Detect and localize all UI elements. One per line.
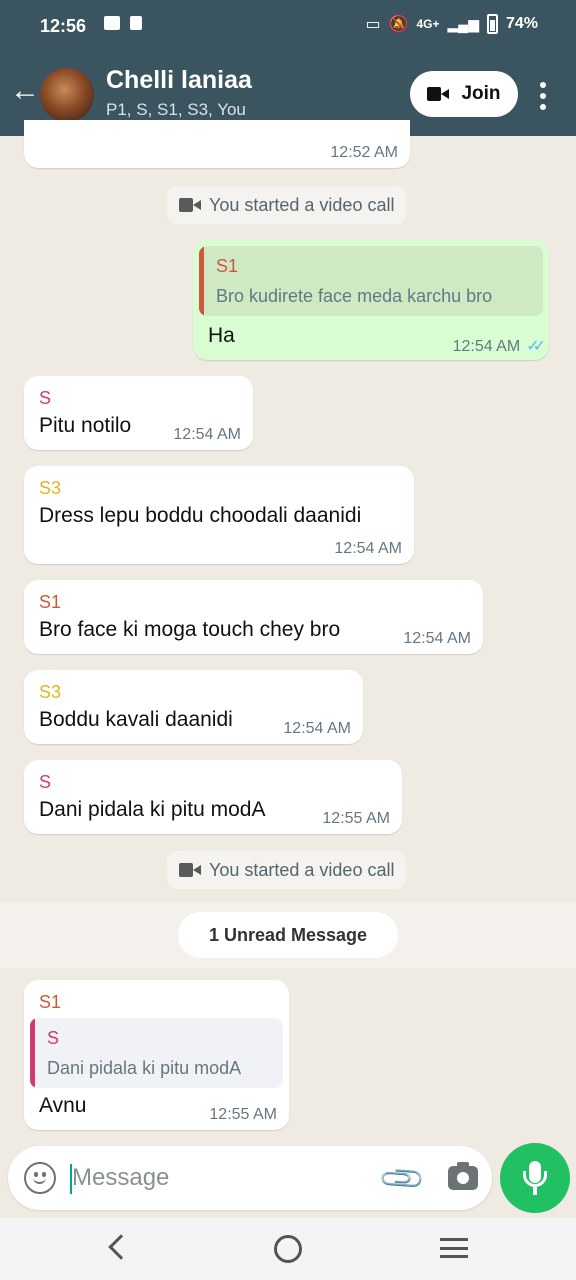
sender-name: S3: [39, 478, 62, 498]
attach-icon[interactable]: 📎: [377, 1154, 428, 1205]
video-camera-icon: [427, 87, 450, 101]
incoming-message[interactable]: S3 Dress lepu boddu choodali daanidi 12:…: [24, 466, 414, 564]
message-text: Avnu: [39, 1094, 87, 1117]
read-ticks-icon: ✓✓: [526, 338, 546, 355]
video-notification-icon: [130, 16, 142, 30]
message-time: 12:55 AM: [322, 810, 390, 827]
message-time: 12:54 AM: [403, 630, 471, 647]
nav-back-icon[interactable]: [108, 1234, 134, 1260]
message-text: Pitu notilo: [39, 414, 132, 437]
battery-icon: [486, 14, 498, 34]
message-time: 12:52 AM: [330, 144, 398, 161]
cast-icon: ▭: [365, 16, 381, 33]
sender-name: S: [39, 388, 52, 408]
quoted-sender: S1: [216, 256, 239, 276]
camera-icon[interactable]: [448, 1162, 478, 1190]
incoming-message[interactable]: S3 Boddu kavali daanidi 12:54 AM: [24, 670, 363, 744]
system-message-text: You started a video call: [209, 194, 395, 215]
join-label: Join: [461, 83, 501, 104]
message-time: 12:54 AM: [452, 338, 521, 355]
mute-icon: 🔕: [388, 16, 409, 33]
more-options-icon[interactable]: [538, 82, 548, 110]
nav-recents-icon[interactable]: [440, 1238, 468, 1258]
chat-title[interactable]: Chelli laniaa: [106, 66, 252, 95]
quoted-text: Bro kudirete face meda karchu bro: [216, 286, 493, 306]
message-time: 12:54 AM: [334, 540, 402, 557]
message-text: Dress lepu boddu choodali daanidi: [39, 504, 362, 527]
video-call-icon: [179, 863, 201, 877]
voice-message-button[interactable]: [500, 1143, 570, 1213]
system-message-text: You started a video call: [209, 859, 395, 880]
video-call-icon: [179, 198, 201, 212]
status-time: 12:56: [40, 16, 87, 36]
message-text: Ha: [208, 324, 235, 347]
outgoing-message[interactable]: S1 Bro kudirete face meda karchu bro Ha …: [193, 240, 549, 360]
message-input[interactable]: [72, 1160, 372, 1196]
message-notification-icon: [104, 16, 120, 30]
sender-name: S1: [39, 992, 62, 1012]
sender-name: S: [39, 772, 52, 792]
message-time: 12:55 AM: [209, 1106, 277, 1123]
unread-message-label: 1 Unread Message: [178, 912, 398, 958]
incoming-message[interactable]: S1 S Dani pidala ki pitu modA Avnu 12:55…: [24, 980, 289, 1130]
quoted-message[interactable]: S1 Bro kudirete face meda karchu bro: [199, 246, 543, 316]
quoted-sender: S: [47, 1028, 60, 1048]
network-type: 4G+: [416, 17, 440, 31]
signal-icon: ▂▄▆: [447, 15, 479, 32]
system-message: You started a video call: [167, 851, 407, 889]
sender-name: S1: [39, 592, 62, 612]
message-text: Boddu kavali daanidi: [39, 708, 233, 731]
message-time: 12:54 AM: [283, 720, 351, 737]
join-call-button[interactable]: Join: [410, 71, 518, 117]
message-time: 12:54 AM: [173, 426, 241, 443]
quoted-text: Dani pidala ki pitu modA: [47, 1058, 242, 1078]
incoming-message[interactable]: S Pitu notilo 12:54 AM: [24, 376, 253, 450]
message-text: Dani pidala ki pitu modA: [39, 798, 266, 821]
battery-percent: 74%: [505, 15, 538, 32]
system-nav-bar: [0, 1218, 576, 1280]
sender-name: S3: [39, 682, 62, 702]
back-arrow-icon[interactable]: ←: [10, 76, 40, 106]
quoted-message[interactable]: S Dani pidala ki pitu modA: [30, 1018, 283, 1088]
system-message: You started a video call: [167, 186, 407, 224]
message-text: Bro face ki moga touch chey bro: [39, 618, 341, 641]
emoji-icon[interactable]: [24, 1162, 56, 1194]
incoming-message[interactable]: S Dani pidala ki pitu modA 12:55 AM: [24, 760, 402, 834]
nav-home-icon[interactable]: [274, 1235, 302, 1263]
message-composer: 📎: [8, 1146, 492, 1210]
chat-participants[interactable]: P1, S, S1, S3, You: [106, 100, 246, 120]
message-bubble[interactable]: 12:52 AM: [24, 120, 410, 168]
group-avatar[interactable]: [40, 68, 94, 122]
status-bar: 12:56 ▭ 🔕 4G+ ▂▄▆ 74%: [0, 0, 576, 54]
incoming-message[interactable]: S1 Bro face ki moga touch chey bro 12:54…: [24, 580, 483, 654]
